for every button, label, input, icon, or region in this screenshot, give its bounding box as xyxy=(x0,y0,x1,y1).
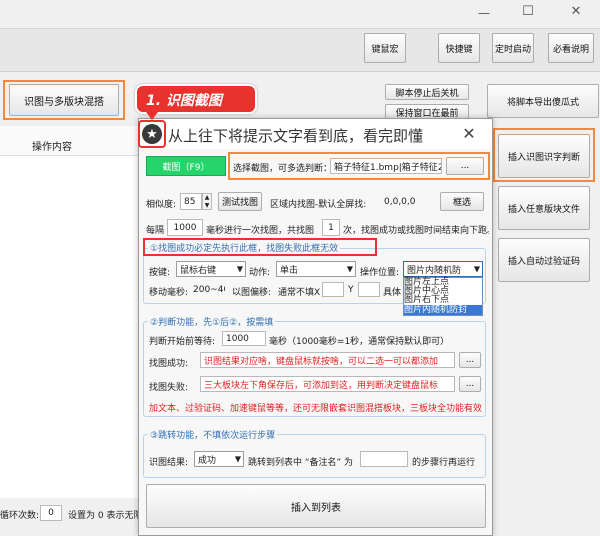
action-select[interactable]: 单击 ▼ xyxy=(276,261,356,277)
key-label: 按键: xyxy=(149,268,171,278)
fail-label: 找图失败: xyxy=(149,383,189,393)
count-input[interactable]: 1 xyxy=(322,219,340,236)
op-content-header-label: 操作内容 xyxy=(32,142,72,153)
loop-count-label: 循环次数: xyxy=(0,511,40,521)
action-select-arrow-icon: ▼ xyxy=(346,264,353,274)
interval-mid: 毫秒进行一次找图，共找图 xyxy=(206,226,315,236)
loop-hint: 设置为 0 表示无限 xyxy=(68,511,140,521)
jump-remark-input[interactable] xyxy=(360,451,408,467)
dialog-close-button[interactable]: ✕ xyxy=(458,124,480,144)
stop-shutdown-button[interactable]: 脚本停止后关机 xyxy=(385,84,469,100)
similarity-input[interactable]: 85 xyxy=(180,193,202,210)
offset-y-label: Y xyxy=(348,285,354,295)
export-script-button[interactable]: 将脚本导出傻瓜式 xyxy=(487,84,599,118)
interval-input[interactable]: 1000 xyxy=(167,219,203,236)
key-select[interactable]: 鼠标右键 ▼ xyxy=(176,261,246,277)
position-select[interactable]: 图片内随机防 ▼ xyxy=(403,261,483,277)
wait-hint: 毫秒（1000毫秒=1秒，通常保持默认即可） xyxy=(269,337,450,347)
step-callout-label: 1. 识图截图 xyxy=(146,93,222,109)
fail-browse-button[interactable]: ... xyxy=(459,376,481,392)
screenshot-button[interactable]: 截图（F9） xyxy=(146,156,226,176)
jump-suffix: 的步骤行再运行 xyxy=(412,458,476,468)
step-callout-pointer xyxy=(146,112,158,120)
op-content-header xyxy=(0,126,150,156)
action-select-value: 单击 xyxy=(280,265,299,276)
similarity-label: 相似度: xyxy=(146,200,177,210)
interval-suffix: 次，找图成功或找图时间结束向下跑。 xyxy=(343,226,489,236)
region-select-button[interactable]: 框选 xyxy=(440,192,484,211)
specific-label: 具体 xyxy=(383,288,402,298)
group2-note: 加文本、过验证码、加速键鼠等等，还可无限嵌套识图混搭板块，三板块全功能有效 xyxy=(149,404,483,414)
keyboard-mouse-macro-button[interactable]: 键鼠宏 xyxy=(364,33,406,63)
region-value[interactable]: 0,0,0,0 xyxy=(384,197,416,207)
result-select[interactable]: 成功 ▼ xyxy=(194,451,244,467)
success-label: 找图成功: xyxy=(149,359,189,369)
group3-title: ③跳转功能，不填依次运行步骤 xyxy=(148,428,278,441)
minimize-button[interactable]: — xyxy=(474,6,494,22)
dialog-title: 从上往下将提示文字看到底，看完即懂 xyxy=(168,127,424,145)
result-select-value: 成功 xyxy=(198,455,217,466)
position-select-value: 图片内随机防 xyxy=(407,265,462,276)
star-icon: ★ xyxy=(142,124,162,144)
result-label: 识图结果: xyxy=(149,458,189,468)
position-select-arrow-icon: ▼ xyxy=(473,264,480,274)
position-option-random[interactable]: 图片内随机防封 xyxy=(404,305,482,315)
jump-text: 跳转到列表中 “备注名” 为 xyxy=(248,458,354,468)
fail-input[interactable]: 三大板块左下角保存后，可添加到这，用判断决定键盘鼠标 xyxy=(200,376,455,392)
result-select-arrow-icon: ▼ xyxy=(234,454,241,464)
loop-count-input[interactable]: 0 xyxy=(40,505,62,521)
insert-ocr-button[interactable]: 插入识图识字判断 xyxy=(498,134,590,178)
similarity-spinner[interactable]: ▲ ▼ xyxy=(202,193,212,210)
offset-hint: 通常不填X xyxy=(278,288,321,298)
key-select-value: 鼠标右键 xyxy=(180,265,217,276)
wait-label: 判断开始前等待: xyxy=(149,337,216,347)
success-browse-button[interactable]: ... xyxy=(459,352,481,368)
success-input[interactable]: 识图结果对应啥，键盘鼠标就按啥，可以二选一可以都添加 xyxy=(200,352,455,368)
timed-start-button[interactable]: 定时启动 xyxy=(492,33,534,63)
browse-screenshot-button[interactable]: ... xyxy=(446,157,484,175)
close-window-button[interactable]: ✕ xyxy=(566,4,586,22)
wait-input[interactable]: 1000 xyxy=(222,331,266,346)
maximize-button[interactable]: ☐ xyxy=(518,4,538,22)
hotkey-button[interactable]: 快捷键 xyxy=(438,33,480,63)
select-screenshot-value[interactable]: 箱子特征1.bmp|箱子特征2.b xyxy=(330,158,442,174)
key-select-arrow-icon: ▼ xyxy=(236,264,243,274)
offset-y-input[interactable] xyxy=(358,282,380,297)
insert-to-list-button[interactable]: 插入到列表 xyxy=(146,484,486,528)
offset-x-input[interactable] xyxy=(322,282,344,297)
region-label: 区域内找图-默认全屏找: xyxy=(270,200,367,210)
insert-any-block-button[interactable]: 插入任意版块文件 xyxy=(498,186,590,230)
action-label: 动作: xyxy=(249,268,271,278)
position-option-bottom-right[interactable]: 图片右下点 xyxy=(404,296,482,305)
recognize-mix-button[interactable]: 识图与多版块混搭 xyxy=(9,84,119,116)
group2-title: ②判断功能，先①后②，按需填 xyxy=(148,315,276,328)
must-read-button[interactable]: 必看说明 xyxy=(548,33,594,63)
offset-label: 以图偏移: xyxy=(232,288,272,298)
insert-auto-captcha-button[interactable]: 插入自动过验证码 xyxy=(498,238,590,282)
move-label: 移动毫秒: xyxy=(149,288,189,298)
select-screenshot-label: 选择截图，可多选判断： xyxy=(233,164,333,174)
test-find-button[interactable]: 测试找图 xyxy=(218,192,262,211)
position-label: 操作位置: xyxy=(360,268,400,278)
group1-title: ①找图成功必定先执行此框，找图失败此框无效 xyxy=(148,241,341,254)
move-value[interactable]: 200~400 xyxy=(193,285,225,295)
interval-prefix: 每隔 xyxy=(146,226,165,236)
op-content-area xyxy=(0,126,150,498)
title-bar xyxy=(0,0,600,28)
